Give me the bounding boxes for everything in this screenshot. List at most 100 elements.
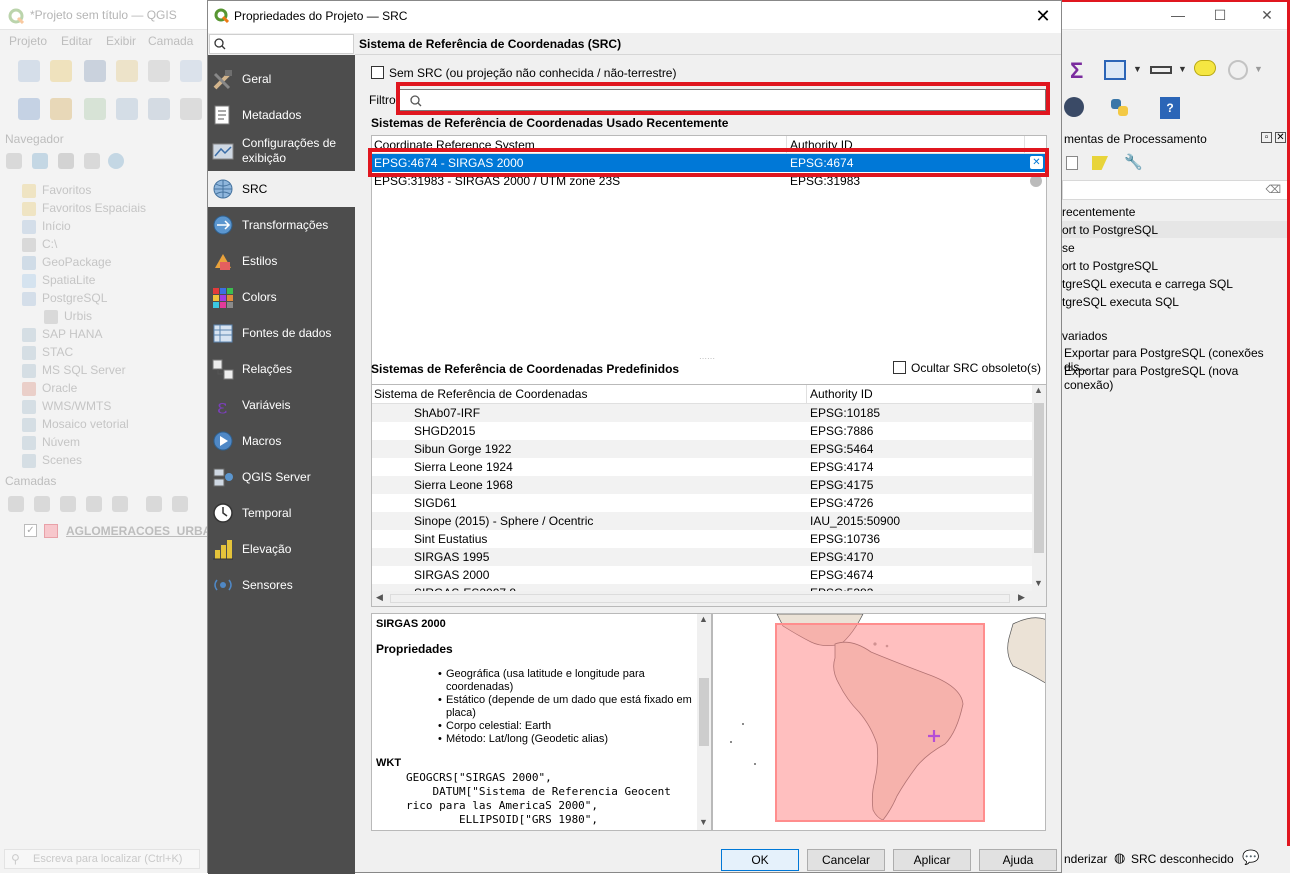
browser-item[interactable]: PostgreSQL: [42, 291, 107, 305]
layers-toolbar-icon[interactable]: [172, 496, 188, 512]
open-project-icon[interactable]: [50, 60, 72, 82]
predef-crs-table[interactable]: Sistema de Referência de Coordenadas Aut…: [371, 384, 1047, 607]
predef-hscrollbar[interactable]: ◀ ▶: [372, 591, 1046, 606]
menu-camada[interactable]: Camada: [148, 34, 193, 48]
browser-item[interactable]: SpatiaLite: [42, 273, 95, 287]
ok-button[interactable]: OK: [721, 849, 799, 871]
predef-vscrollbar[interactable]: ▲ ▼: [1032, 385, 1046, 591]
predef-row[interactable]: ShAb07-IRF EPSG:10185: [372, 404, 1032, 422]
scroll-right-icon[interactable]: ▶: [1018, 592, 1025, 603]
predef-row[interactable]: Sibun Gorge 1922 EPSG:5464: [372, 440, 1032, 458]
menu-editar[interactable]: Editar: [61, 34, 92, 48]
processing-item[interactable]: ort to PostgreSQL: [1062, 259, 1158, 273]
save-as-icon[interactable]: [116, 60, 138, 82]
browser-item[interactable]: Núvem: [42, 435, 80, 449]
browser-item[interactable]: Favoritos Espaciais: [42, 201, 146, 215]
scroll-up-icon[interactable]: ▲: [1034, 385, 1043, 395]
apply-button[interactable]: Aplicar: [893, 849, 971, 871]
toolbar-icon-a[interactable]: [148, 98, 170, 120]
predef-row[interactable]: Sint Eustatius EPSG:10736: [372, 530, 1032, 548]
layers-toolbar-icon[interactable]: [34, 496, 50, 512]
nav-item-macros[interactable]: Macros: [208, 423, 355, 459]
nav-item-geral[interactable]: Geral: [208, 61, 355, 97]
minimize-icon[interactable]: —: [1168, 6, 1188, 24]
layer-visibility-checkbox[interactable]: ✓: [24, 524, 37, 537]
browser-item[interactable]: MS SQL Server: [42, 363, 126, 377]
scroll-thumb[interactable]: [699, 678, 709, 746]
attribute-table-icon[interactable]: [1104, 60, 1126, 80]
scroll-down-icon[interactable]: ▼: [1034, 578, 1043, 588]
chevron-down-icon[interactable]: ▼: [1254, 64, 1263, 74]
processing-item[interactable]: variados: [1062, 329, 1107, 343]
toolbar-icon-b[interactable]: [180, 98, 202, 120]
crs-status[interactable]: SRC desconhecido: [1131, 852, 1234, 866]
menu-projeto[interactable]: Projeto: [9, 34, 47, 48]
scroll-up-icon[interactable]: ▲: [699, 614, 708, 624]
chevron-down-icon[interactable]: ▼: [1133, 64, 1142, 74]
predef-row[interactable]: Sierra Leone 1968 EPSG:4175: [372, 476, 1032, 494]
predef-row[interactable]: SHGD2015 EPSG:7886: [372, 422, 1032, 440]
nav-search-input[interactable]: [209, 34, 354, 54]
layers-toolbar-icon[interactable]: [60, 496, 76, 512]
nav-item-estilos[interactable]: Estilos: [208, 243, 355, 279]
layers-toolbar-icon[interactable]: [112, 496, 128, 512]
predef-row[interactable]: Sinope (2015) - Sphere / Ocentric IAU_201…: [372, 512, 1032, 530]
nav-item-qgis-server[interactable]: QGIS Server: [208, 459, 355, 495]
nav-item-colors[interactable]: Colors: [208, 279, 355, 315]
digitize-icon[interactable]: [84, 98, 106, 120]
cancel-button[interactable]: Cancelar: [807, 849, 885, 871]
layers-toolbar-icon[interactable]: [8, 496, 24, 512]
nav-item-configura-es-de-exibi-o[interactable]: Configurações de exibição: [208, 133, 355, 169]
layer-name[interactable]: AGLOMERACOES_URBAN: [66, 524, 220, 538]
python-icon[interactable]: [1108, 96, 1132, 120]
nav-item-eleva-o[interactable]: Elevação: [208, 531, 355, 567]
sum-icon[interactable]: Σ: [1070, 58, 1083, 84]
float-icon[interactable]: ▫: [1261, 132, 1272, 143]
close-icon[interactable]: ✕: [1257, 6, 1277, 24]
no-crs-checkbox[interactable]: [371, 66, 384, 79]
nav-item-vari-veis[interactable]: ε Variáveis: [208, 387, 355, 423]
predef-header-authority[interactable]: Authority ID: [810, 387, 873, 401]
info-vscrollbar[interactable]: ▲ ▼: [697, 614, 711, 830]
help-button[interactable]: Ajuda: [979, 849, 1057, 871]
document-icon[interactable]: [1066, 156, 1078, 170]
browser-item[interactable]: SAP HANA: [42, 327, 102, 341]
nav-item-rela-es[interactable]: Relações: [208, 351, 355, 387]
nav-item-fontes-de-dados[interactable]: Fontes de dados: [208, 315, 355, 351]
predef-row[interactable]: SIGD61 EPSG:4726: [372, 494, 1032, 512]
help-icon[interactable]: ?: [1160, 97, 1180, 119]
browser-item[interactable]: Oracle: [42, 381, 77, 395]
layout-manager-icon[interactable]: [180, 60, 202, 82]
browser-item[interactable]: Scenes: [42, 453, 82, 467]
browser-item[interactable]: GeoPackage: [42, 255, 111, 269]
processing-item[interactable]: ort to PostgreSQL: [1062, 223, 1158, 237]
nav-item-temporal[interactable]: Temporal: [208, 495, 355, 531]
layers-toolbar-icon[interactable]: [146, 496, 162, 512]
browser-item[interactable]: Mosaico vetorial: [42, 417, 129, 431]
info-icon[interactable]: [108, 153, 124, 169]
processing-item[interactable]: Exportar para PostgreSQL (nova conexão): [1064, 364, 1290, 392]
data-source-manager-icon[interactable]: [18, 98, 40, 120]
processing-item[interactable]: tgreSQL executa SQL: [1062, 295, 1179, 309]
scroll-down-icon[interactable]: ▼: [699, 817, 708, 827]
browser-item[interactable]: Urbis: [64, 309, 92, 323]
clear-icon[interactable]: ⌫: [1265, 183, 1281, 196]
refresh-icon[interactable]: [32, 153, 48, 169]
browser-add-icon[interactable]: [6, 153, 22, 169]
nav-item-src[interactable]: SRC: [208, 171, 355, 207]
print-layout-icon[interactable]: [148, 60, 170, 82]
nav-item-transforma-es[interactable]: Transformações: [208, 207, 355, 243]
collapse-icon[interactable]: [84, 153, 100, 169]
hscroll-thumb[interactable]: [390, 594, 1010, 603]
maximize-icon[interactable]: ☐: [1210, 6, 1230, 24]
browser-item[interactable]: Favoritos: [42, 183, 91, 197]
save-project-icon[interactable]: [84, 60, 106, 82]
menu-exibir[interactable]: Exibir: [106, 34, 136, 48]
predef-row[interactable]: Sierra Leone 1924 EPSG:4174: [372, 458, 1032, 476]
new-layer-icon[interactable]: [50, 98, 72, 120]
render-toggle[interactable]: nderizar: [1064, 852, 1107, 866]
processing-item[interactable]: se: [1062, 241, 1075, 255]
close-icon[interactable]: ✕: [1275, 132, 1286, 143]
filter-icon[interactable]: [58, 153, 74, 169]
browser-item[interactable]: STAC: [42, 345, 73, 359]
